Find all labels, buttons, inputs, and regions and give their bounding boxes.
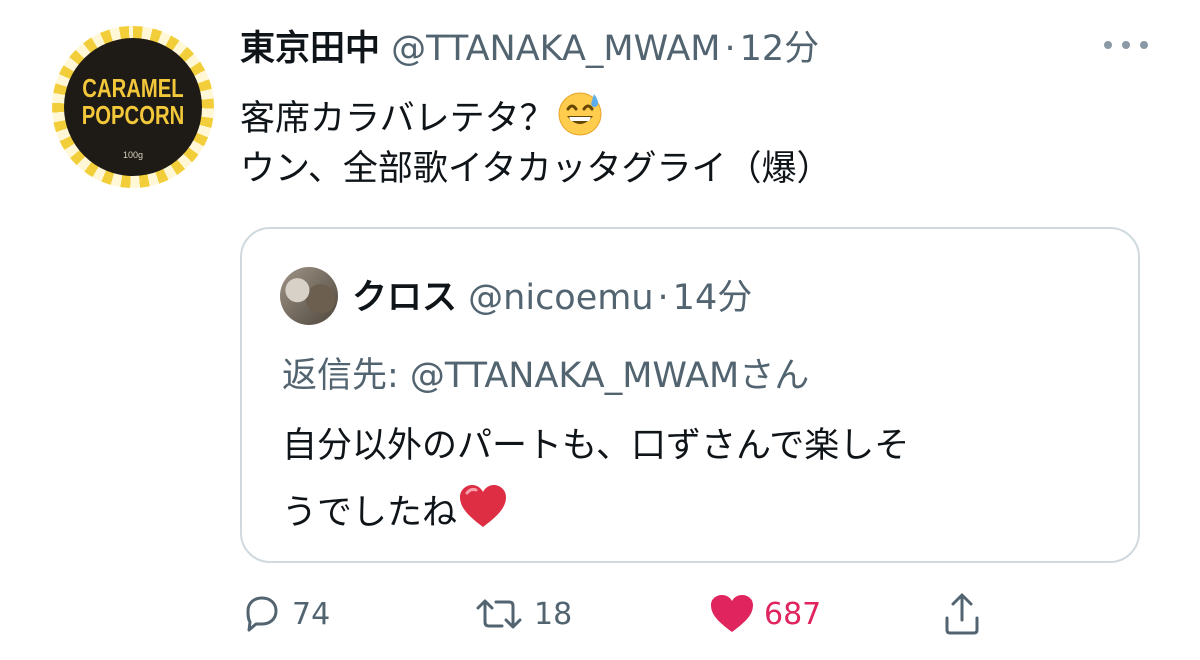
reply-to-label: 返信先: @TTANAKA_MWAMさん [282,356,810,396]
quoted-tweet[interactable]: クロス @nicoemu · 14分 返信先: @TTANAKA_MWAMさん 自分… [240,227,1140,563]
quoted-timestamp: 14分 [672,278,753,318]
tweet[interactable]: CARAMEL POPCORN 100g 東京田中 @TTANAKA_MWAM ·… [0,0,1200,660]
retweet-button[interactable]: 18 [472,588,572,640]
quoted-text-line2: うでしたね [282,483,509,545]
retweet-count: 18 [534,596,573,632]
tweet-header: 東京田中 @TTANAKA_MWAM · 12分 [240,24,819,74]
dot-icon [1104,41,1112,49]
share-icon [940,590,984,638]
dot-icon [1140,41,1148,49]
action-bar: 74 18 687 [240,588,1000,640]
avatar-size-text: 100g [122,150,144,160]
tweet-text: 客席カラバレテタ？ [240,99,555,139]
like-button[interactable]: 687 [708,588,821,640]
timestamp[interactable]: 12分 [740,29,820,69]
handle[interactable]: @TTANAKA_MWAM [391,29,720,69]
display-name[interactable]: 東京田中 [240,29,380,69]
avatar-image: CARAMEL POPCORN 100g [64,38,202,176]
quoted-avatar[interactable] [280,267,338,325]
grinning-sweat-emoji-icon [555,88,605,152]
tweet-text-line1: 客席カラバレテタ？ [240,88,605,152]
quoted-header: クロス @nicoemu · 14分 [352,273,752,323]
reply-icon [240,592,284,636]
like-count: 687 [764,596,822,632]
share-button[interactable] [940,588,984,640]
quoted-text: うでしたね [282,493,458,533]
avatar[interactable]: CARAMEL POPCORN 100g [52,26,214,188]
quoted-separator-dot: · [657,278,669,318]
reply-count: 74 [292,596,331,632]
separator-dot: · [724,29,736,69]
tweet-text-line2: ウン、全部歌イタカッタグライ（爆） [240,149,832,189]
quoted-handle: @nicoemu [468,278,654,318]
retweet-icon [472,592,526,636]
avatar-text-line2: POPCORN [81,100,185,130]
dot-icon [1122,41,1130,49]
reply-button[interactable]: 74 [240,588,330,640]
quoted-text-line1: 自分以外のパートも、口ずさんで楽しそ [282,426,910,466]
heart-icon [708,592,756,636]
avatar-text-line1: CARAMEL [82,73,184,103]
red-heart-emoji-icon [457,483,509,545]
more-options-icon[interactable] [1104,30,1148,60]
quoted-display-name: クロス [352,278,458,318]
